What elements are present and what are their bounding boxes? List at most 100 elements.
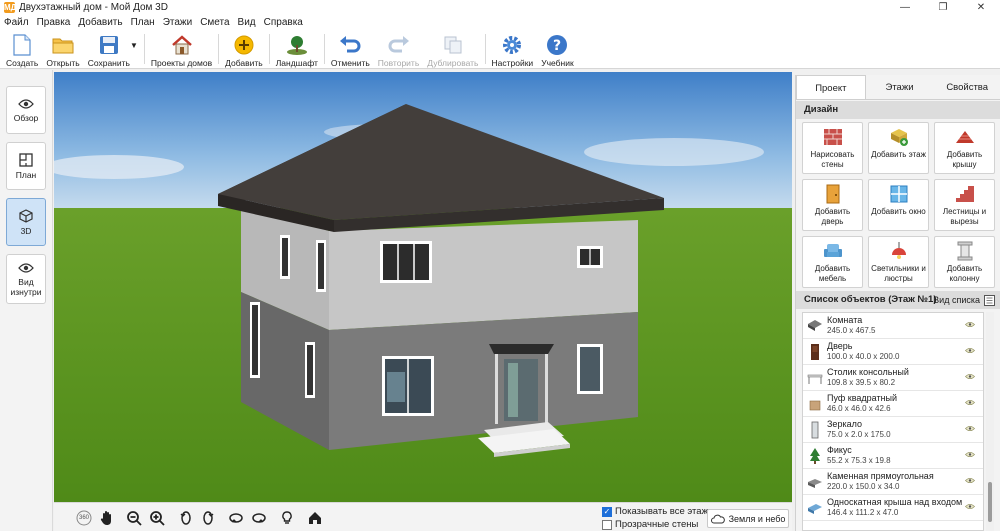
visibility-eye-icon[interactable] bbox=[965, 425, 975, 432]
minimize-button[interactable]: — bbox=[886, 0, 924, 15]
transparent-walls-checkbox[interactable]: Прозрачные стены bbox=[602, 519, 698, 530]
3d-viewport[interactable] bbox=[54, 72, 792, 502]
save-button[interactable]: Сохранить bbox=[84, 30, 134, 68]
tilt-up-button[interactable] bbox=[251, 510, 267, 526]
menu-add[interactable]: Добавить bbox=[78, 17, 122, 28]
add-column-button[interactable]: Добавить колонну bbox=[934, 236, 995, 288]
close-button[interactable]: ✕ bbox=[962, 0, 1000, 15]
redo-label: Повторить bbox=[377, 58, 420, 68]
visibility-eye-icon[interactable] bbox=[965, 321, 975, 328]
visibility-eye-icon[interactable] bbox=[965, 503, 975, 510]
landscape-label: Ландшафт bbox=[275, 58, 318, 68]
create-button[interactable]: Создать bbox=[2, 30, 42, 68]
add-roof-label: Добавить крышу bbox=[946, 150, 983, 169]
list-item[interactable]: Дверь 100.0 x 40.0 x 200.0 bbox=[803, 339, 983, 365]
add-furniture-label: Добавить мебель bbox=[814, 264, 851, 283]
house-projects-button[interactable]: Проекты домов bbox=[147, 30, 216, 68]
duplicate-label: Дублировать bbox=[427, 58, 479, 68]
menu-plan[interactable]: План bbox=[131, 17, 155, 28]
draw-walls-button[interactable]: Нарисовать стены bbox=[802, 122, 863, 174]
stairs-icon bbox=[955, 184, 975, 204]
tab-project[interactable]: Проект bbox=[796, 75, 866, 99]
list-item[interactable]: Зеркало 75.0 x 2.0 x 175.0 bbox=[803, 417, 983, 443]
list-item[interactable]: Каменная прямоугольная 220.0 x 150.0 x 3… bbox=[803, 469, 983, 495]
scrollbar-thumb[interactable] bbox=[988, 482, 992, 522]
zoom-out-button[interactable] bbox=[126, 510, 142, 526]
view-3d-button[interactable]: 3D bbox=[6, 198, 46, 246]
design-tools-grid: Нарисовать стены Добавить этаж Добавить … bbox=[802, 122, 996, 288]
tilt-down-button[interactable] bbox=[228, 510, 244, 526]
open-label: Открыть bbox=[46, 58, 80, 68]
visibility-eye-icon[interactable] bbox=[965, 477, 975, 484]
visibility-eye-icon[interactable] bbox=[965, 399, 975, 406]
stairs-button[interactable]: Лестницы и вырезы bbox=[934, 179, 995, 231]
plan-button[interactable]: План bbox=[6, 142, 46, 190]
chandelier-icon bbox=[889, 241, 909, 261]
add-furniture-button[interactable]: Добавить мебель bbox=[802, 236, 863, 288]
list-view-button[interactable]: Вид списка bbox=[933, 291, 995, 309]
landscape-button[interactable]: Ландшафт bbox=[272, 30, 322, 68]
list-item[interactable]: Пуф квадратный 46.0 x 46.0 x 42.6 bbox=[803, 391, 983, 417]
object-dimensions: 146.4 x 111.2 x 47.0 bbox=[827, 508, 899, 517]
objects-scrollbar[interactable] bbox=[986, 312, 994, 531]
menu-estimate[interactable]: Смета bbox=[200, 17, 229, 28]
floor-plan-icon bbox=[19, 152, 33, 167]
open-button[interactable]: Открыть bbox=[42, 30, 83, 68]
list-item[interactable]: Столик консольный 109.8 x 39.5 x 80.2 bbox=[803, 365, 983, 391]
object-dimensions: 109.8 x 39.5 x 80.2 bbox=[827, 378, 896, 387]
plant-icon bbox=[810, 448, 820, 464]
floppy-disk-icon bbox=[98, 34, 120, 56]
objects-section-title: Список объектов (Этаж №1) bbox=[804, 294, 937, 305]
brick-wall-icon bbox=[823, 127, 843, 147]
lighting-button[interactable] bbox=[279, 510, 295, 526]
undo-button[interactable]: Отменить bbox=[327, 30, 374, 68]
object-dimensions: 220.0 x 150.0 x 34.0 bbox=[827, 482, 900, 491]
show-all-floors-checkbox[interactable]: ✓ Показывать все этажи bbox=[602, 506, 713, 517]
add-button[interactable]: Добавить bbox=[221, 30, 267, 68]
rotate-left-icon bbox=[180, 511, 191, 525]
add-floor-button[interactable]: Добавить этаж bbox=[868, 122, 929, 174]
draw-walls-label: Нарисовать стены bbox=[810, 150, 855, 169]
properties-panel: Проект Этажи Свойства Дизайн Нарисовать … bbox=[795, 75, 1000, 531]
home-view-button[interactable] bbox=[307, 510, 323, 526]
tutorial-button[interactable]: ? Учебник bbox=[537, 30, 578, 68]
add-roof-button[interactable]: Добавить крышу bbox=[934, 122, 995, 174]
list-item[interactable]: Односкатная крыша над входом 146.4 x 111… bbox=[803, 495, 983, 521]
menu-floors[interactable]: Этажи bbox=[163, 17, 193, 28]
menu-view[interactable]: Вид bbox=[238, 17, 256, 28]
rotate-right-button[interactable] bbox=[200, 510, 216, 526]
tab-properties[interactable]: Свойства bbox=[933, 75, 1000, 99]
overview-button[interactable]: Обзор bbox=[6, 86, 46, 134]
zoom-in-button[interactable] bbox=[149, 510, 165, 526]
hand-icon bbox=[100, 511, 111, 525]
lights-label: Светильники и люстры bbox=[871, 264, 926, 283]
settings-button[interactable]: Настройки bbox=[488, 30, 538, 68]
add-window-button[interactable]: Добавить окно bbox=[868, 179, 929, 231]
add-column-label: Добавить колонну bbox=[946, 264, 983, 283]
visibility-eye-icon[interactable] bbox=[965, 347, 975, 354]
duplicate-button[interactable]: Дублировать bbox=[423, 30, 482, 68]
visibility-eye-icon[interactable] bbox=[965, 373, 975, 380]
toolbar-separator bbox=[143, 34, 145, 64]
menu-edit[interactable]: Правка bbox=[37, 17, 71, 28]
menu-help[interactable]: Справка bbox=[264, 17, 303, 28]
add-door-button[interactable]: Добавить дверь bbox=[802, 179, 863, 231]
list-item[interactable]: Фикус 55.2 x 75.3 x 19.8 bbox=[803, 443, 983, 469]
ground-sky-button[interactable]: Земля и небо bbox=[707, 509, 789, 528]
settings-label: Настройки bbox=[491, 58, 534, 68]
lights-button[interactable]: Светильники и люстры bbox=[868, 236, 929, 288]
list-item[interactable]: Комната 245.0 x 467.5 bbox=[803, 313, 983, 339]
visibility-eye-icon[interactable] bbox=[965, 451, 975, 458]
menu-file[interactable]: Файл bbox=[4, 17, 29, 28]
maximize-button[interactable]: ❐ bbox=[924, 0, 962, 15]
pan-button[interactable] bbox=[99, 510, 115, 526]
object-name: Односкатная крыша над входом bbox=[827, 497, 963, 507]
redo-button[interactable]: Повторить bbox=[374, 30, 424, 68]
rotate-left-button[interactable] bbox=[178, 510, 194, 526]
tab-floors[interactable]: Этажи bbox=[866, 75, 934, 99]
rotate-360-button[interactable]: 360 bbox=[76, 510, 92, 526]
tree-icon bbox=[286, 34, 308, 56]
inside-view-button[interactable]: Вид изнутри bbox=[6, 254, 46, 304]
save-dropdown-arrow-icon[interactable]: ▼ bbox=[130, 41, 138, 50]
cube-icon bbox=[19, 208, 33, 223]
